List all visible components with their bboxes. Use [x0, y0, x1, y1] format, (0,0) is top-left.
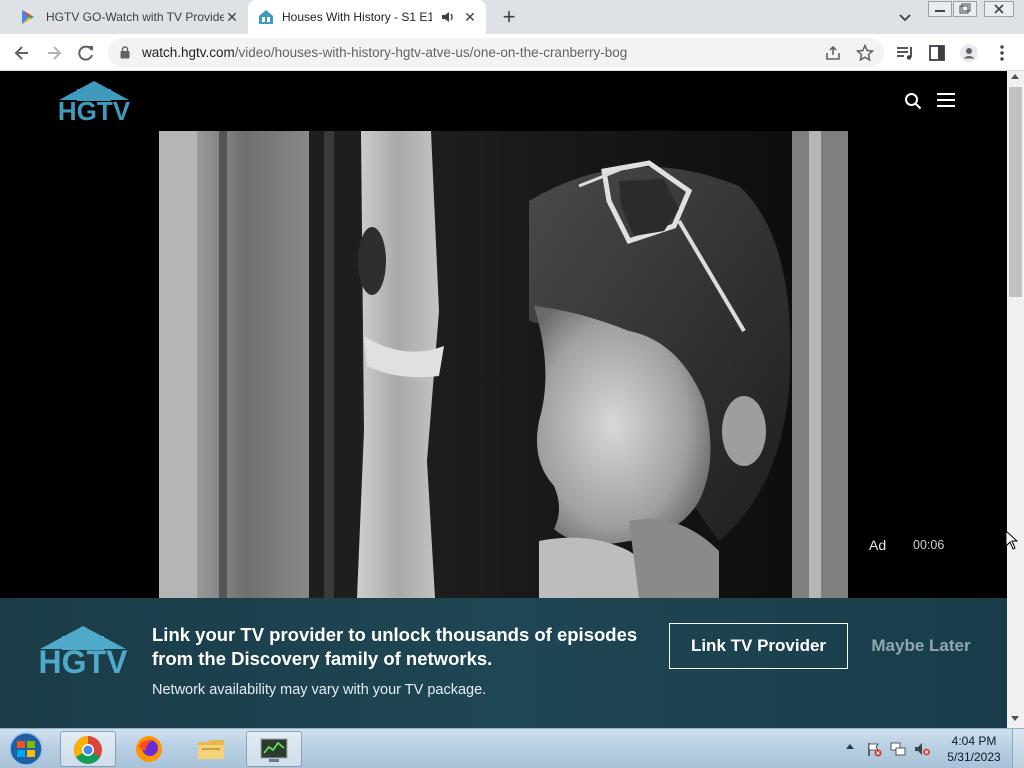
tab-search-chevron-icon[interactable] [897, 9, 913, 25]
restore-window-button[interactable] [953, 1, 977, 17]
hgtv-banner-logo-text: HGTV [39, 644, 129, 677]
taskbar-chrome[interactable] [60, 731, 116, 767]
page-content: HGTV Ad 00:06 HGTV Link your TV provider… [0, 71, 1007, 728]
media-controls-icon[interactable] [895, 43, 915, 63]
close-tab-icon[interactable]: ✕ [224, 9, 240, 25]
page-scrollbar[interactable] [1007, 71, 1024, 728]
taskbar-file-explorer[interactable] [184, 731, 240, 767]
screen: HGTV GO-Watch with TV Provide ✕ Houses W… [0, 0, 1024, 768]
address-bar[interactable]: watch.hgtv.com/video/houses-with-history… [108, 38, 884, 67]
banner-subtext: Network availability may vary with your … [152, 682, 487, 698]
windows-start-button[interactable] [6, 731, 46, 767]
system-clock[interactable]: 4:04 PM 5/31/2023 [944, 733, 1004, 765]
firefox-icon [136, 736, 162, 762]
taskbar-app[interactable] [246, 731, 302, 767]
play-store-favicon-icon [22, 10, 34, 24]
browser-toolbar: watch.hgtv.com/video/houses-with-history… [0, 34, 1024, 71]
mouse-cursor-icon [1005, 530, 1018, 550]
url-host: watch.hgtv.com [142, 45, 235, 60]
minimize-window-button[interactable] [928, 1, 952, 17]
video-player[interactable] [159, 131, 848, 598]
scroll-up-arrow-icon[interactable] [1011, 74, 1019, 79]
banner-heading: Link your TV provider to unlock thousand… [152, 624, 638, 669]
volume-muted-icon[interactable] [914, 741, 930, 757]
kebab-menu-icon[interactable] [992, 43, 1012, 63]
chrome-icon [74, 736, 102, 764]
share-icon[interactable] [824, 44, 842, 62]
scroll-down-arrow-icon[interactable] [1011, 716, 1019, 721]
bookmark-star-icon[interactable] [856, 44, 874, 62]
action-center-flag-icon[interactable] [866, 741, 882, 757]
video-frame-image [159, 131, 848, 598]
url-path: /video/houses-with-history-hgtv-atve-us/… [234, 45, 628, 60]
new-tab-button[interactable]: + [498, 6, 520, 28]
hamburger-menu-icon[interactable] [936, 92, 956, 108]
close-icon [994, 4, 1004, 14]
tab-title: HGTV GO-Watch with TV Provide [46, 10, 224, 24]
close-tab-icon[interactable]: ✕ [462, 9, 478, 25]
link-tv-provider-button[interactable]: Link TV Provider [669, 623, 848, 669]
tab-hgtv-go[interactable]: HGTV GO-Watch with TV Provide ✕ [10, 0, 248, 34]
hgtv-banner-logo: HGTV [39, 626, 129, 677]
taskbar-firefox[interactable] [122, 731, 178, 767]
minimize-icon [935, 10, 945, 12]
side-panel-icon[interactable] [927, 43, 947, 63]
show-desktop-button[interactable] [1012, 729, 1024, 768]
back-arrow-icon[interactable] [11, 42, 33, 64]
show-hidden-icons-icon[interactable] [846, 744, 854, 749]
restore-icon [959, 3, 971, 14]
clock-time: 4:04 PM [951, 734, 997, 748]
folder-icon [198, 740, 224, 759]
speaker-audio-icon[interactable] [440, 9, 456, 25]
ad-label: Ad [869, 537, 887, 553]
browser-tab-strip: HGTV GO-Watch with TV Provide ✕ Houses W… [0, 0, 1024, 34]
windows-taskbar: 4:04 PM 5/31/2023 [0, 728, 1024, 768]
forward-arrow-icon[interactable] [43, 42, 65, 64]
monitor-app-icon [260, 738, 288, 762]
search-icon[interactable] [904, 92, 922, 110]
scroll-thumb[interactable] [1009, 87, 1022, 297]
reload-icon[interactable] [75, 42, 97, 64]
ad-countdown: 00:06 [913, 538, 945, 552]
network-icon[interactable] [890, 741, 906, 757]
url-text: watch.hgtv.com/video/houses-with-history… [142, 45, 627, 60]
hgtv-logo[interactable]: HGTV [55, 80, 133, 124]
hgtv-logo-text: HGTV [58, 96, 131, 124]
lock-icon[interactable] [120, 46, 130, 59]
maybe-later-button[interactable]: Maybe Later [866, 623, 976, 669]
close-window-button[interactable] [984, 1, 1014, 17]
tab-title: Houses With History - S1 E1 [282, 10, 432, 24]
clock-date: 5/31/2023 [947, 750, 1001, 764]
link-provider-banner: HGTV Link your TV provider to unlock tho… [0, 598, 1007, 728]
profile-avatar-icon[interactable] [959, 43, 979, 63]
hgtv-favicon-icon [259, 10, 273, 24]
tab-houses-with-history[interactable]: Houses With History - S1 E1 ✕ [248, 0, 486, 34]
